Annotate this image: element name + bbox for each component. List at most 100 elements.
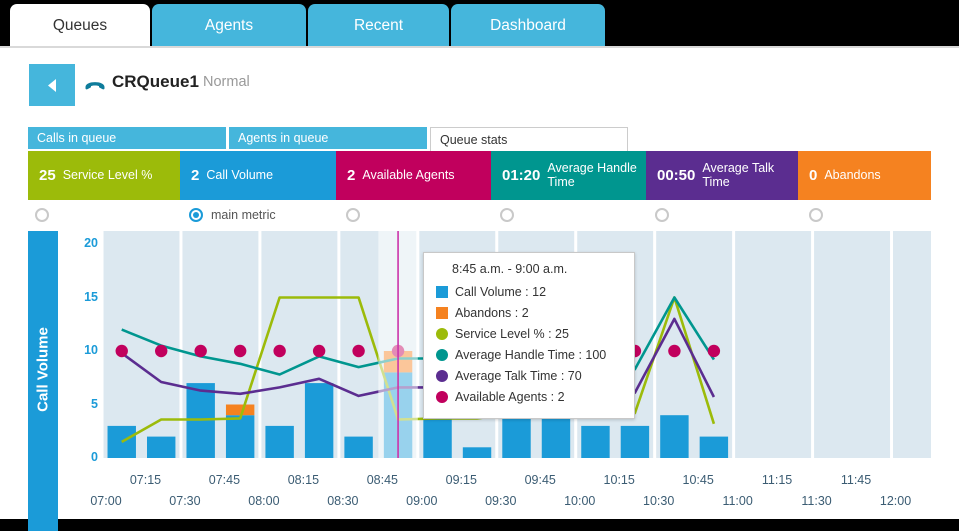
y-axis-tick-label: 10 [84,343,98,357]
queue-status: Normal [203,74,250,90]
y-axis-tick-label: 5 [91,396,98,411]
bar-call-volume [147,436,176,458]
x-axis-tick-label: 10:30 [643,494,674,508]
metric-value: 01:20 [502,167,541,184]
main-metric-label: main metric [211,208,276,222]
subtab-label: Calls in queue [37,131,117,145]
metric-card-abandons[interactable]: 0 Abandons [798,151,931,200]
tooltip-swatch-icon [436,306,448,319]
metric-radio-available-agents[interactable] [346,200,360,230]
tooltip-swatch-icon [436,348,448,361]
metric-card-average-talk-time[interactable]: 00:50 Average Talk Time [646,151,798,200]
metric-radio-average-handle-time[interactable] [500,200,514,230]
grid-line [179,231,183,458]
x-axis-tick-label: 09:45 [525,473,556,487]
grid-line [890,231,894,458]
bar-call-volume [265,425,294,458]
bar-call-volume [581,425,610,458]
grid-line [653,231,657,458]
marker-available-agents [352,344,365,358]
metric-label: Service Level % [62,167,153,182]
marker-available-agents [668,344,681,358]
subtab-calls-in-queue[interactable]: Calls in queue [28,127,226,149]
x-axis-tick-label: 08:45 [367,473,398,487]
metric-radio-abandons[interactable] [809,200,823,230]
y-axis-title-label: Call Volume [34,327,52,412]
tooltip-row-text: Service Level % : 25 [455,326,569,341]
metric-radio-service-level[interactable] [35,200,49,230]
radio-button-selected[interactable] [189,208,203,222]
tooltip-swatch-icon [436,369,448,382]
tab-label: Dashboard [490,17,566,34]
bar-abandons [225,404,255,416]
tab-agents[interactable]: Agents [152,4,306,48]
x-axis-tick-label: 07:30 [169,494,200,508]
metric-label: Abandons [824,167,881,182]
metric-card-available-agents[interactable]: 2 Available Agents [336,151,491,200]
bar-call-volume [620,425,650,458]
tab-recent[interactable]: Recent [308,4,449,48]
bar-call-volume [344,436,373,458]
metric-card-call-volume[interactable]: 2 Call Volume [180,151,336,200]
tooltip-row-text: Available Agents : 2 [455,389,565,404]
marker-available-agents [115,344,128,358]
tab-label: Agents [204,17,254,34]
tooltip-row-text: Average Talk Time : 70 [455,368,582,383]
metric-radio-average-talk-time[interactable] [655,200,669,230]
marker-available-agents [312,344,326,358]
back-button[interactable] [29,64,75,106]
metric-label: Average Handle Time [547,161,637,189]
marker-available-agents [233,344,247,358]
tooltip-row-text: Abandons : 2 [455,305,529,320]
grid-line [258,231,262,458]
x-axis-tick-label: 10:00 [564,494,595,508]
tooltip-row: Abandons : 2 [436,302,622,323]
metric-radio-call-volume[interactable]: main metric [189,200,276,230]
queue-header: CRQueue1 Normal [0,64,959,112]
queue-detail-panel: CRQueue1 Normal Calls in queue Agents in… [0,46,959,531]
grid-line [337,231,341,458]
marker-available-agents [194,344,207,358]
metric-card-service-level[interactable]: 25 Service Level % [28,151,180,200]
main-tabbar: Queues Agents Recent Dashboard [0,0,959,48]
radio-button[interactable] [346,208,360,222]
radio-button[interactable] [500,208,514,222]
x-axis-tick-label: 07:15 [130,473,161,487]
subtab-queue-stats[interactable]: Queue stats [430,127,628,151]
y-axis-tick-label: 20 [84,236,98,250]
radio-button[interactable] [655,208,669,222]
bar-call-volume [462,447,492,458]
radio-button[interactable] [35,208,49,222]
marker-available-agents [707,344,721,358]
metric-card-row: 25 Service Level % 2 Call Volume 2 Avail… [28,151,931,200]
radio-button[interactable] [809,208,823,222]
tab-label: Queues [52,17,108,34]
queue-name: CRQueue1 [112,72,199,91]
subtab-agents-in-queue[interactable]: Agents in queue [229,127,427,149]
metric-value: 00:50 [657,167,696,184]
queue-subtabs: Calls in queue Agents in queue Queue sta… [28,127,931,151]
y-axis-title: Call Volume [28,231,58,531]
metric-label: Available Agents [362,167,455,182]
x-axis-tick-label: 09:15 [446,473,477,487]
marker-available-agents [273,344,286,358]
tooltip-row-text: Call Volume : 12 [455,284,547,299]
app-root: Queues Agents Recent Dashboard CRQueue1 … [0,0,959,531]
metric-value: 25 [39,167,56,184]
tab-queues[interactable]: Queues [10,4,150,48]
tab-label: Recent [353,17,404,34]
tooltip-row-text: Average Handle Time : 100 [455,347,607,362]
x-axis-tick-label: 09:30 [485,494,516,508]
x-axis-tick-label: 10:15 [604,473,635,487]
x-axis-tick-label: 10:45 [683,473,714,487]
x-axis-tick-label: 11:30 [801,494,831,508]
marker-available-agents [155,344,168,358]
tab-dashboard[interactable]: Dashboard [451,4,605,48]
x-axis-tick-label: 11:15 [762,473,792,487]
y-axis-tick-label: 0 [91,450,98,464]
subtab-label: Agents in queue [238,131,329,145]
bar-call-volume [699,436,729,458]
tooltip-row: Service Level % : 25 [436,323,622,344]
x-axis-tick-label: 07:00 [90,494,121,508]
metric-card-average-handle-time[interactable]: 01:20 Average Handle Time [491,151,646,200]
